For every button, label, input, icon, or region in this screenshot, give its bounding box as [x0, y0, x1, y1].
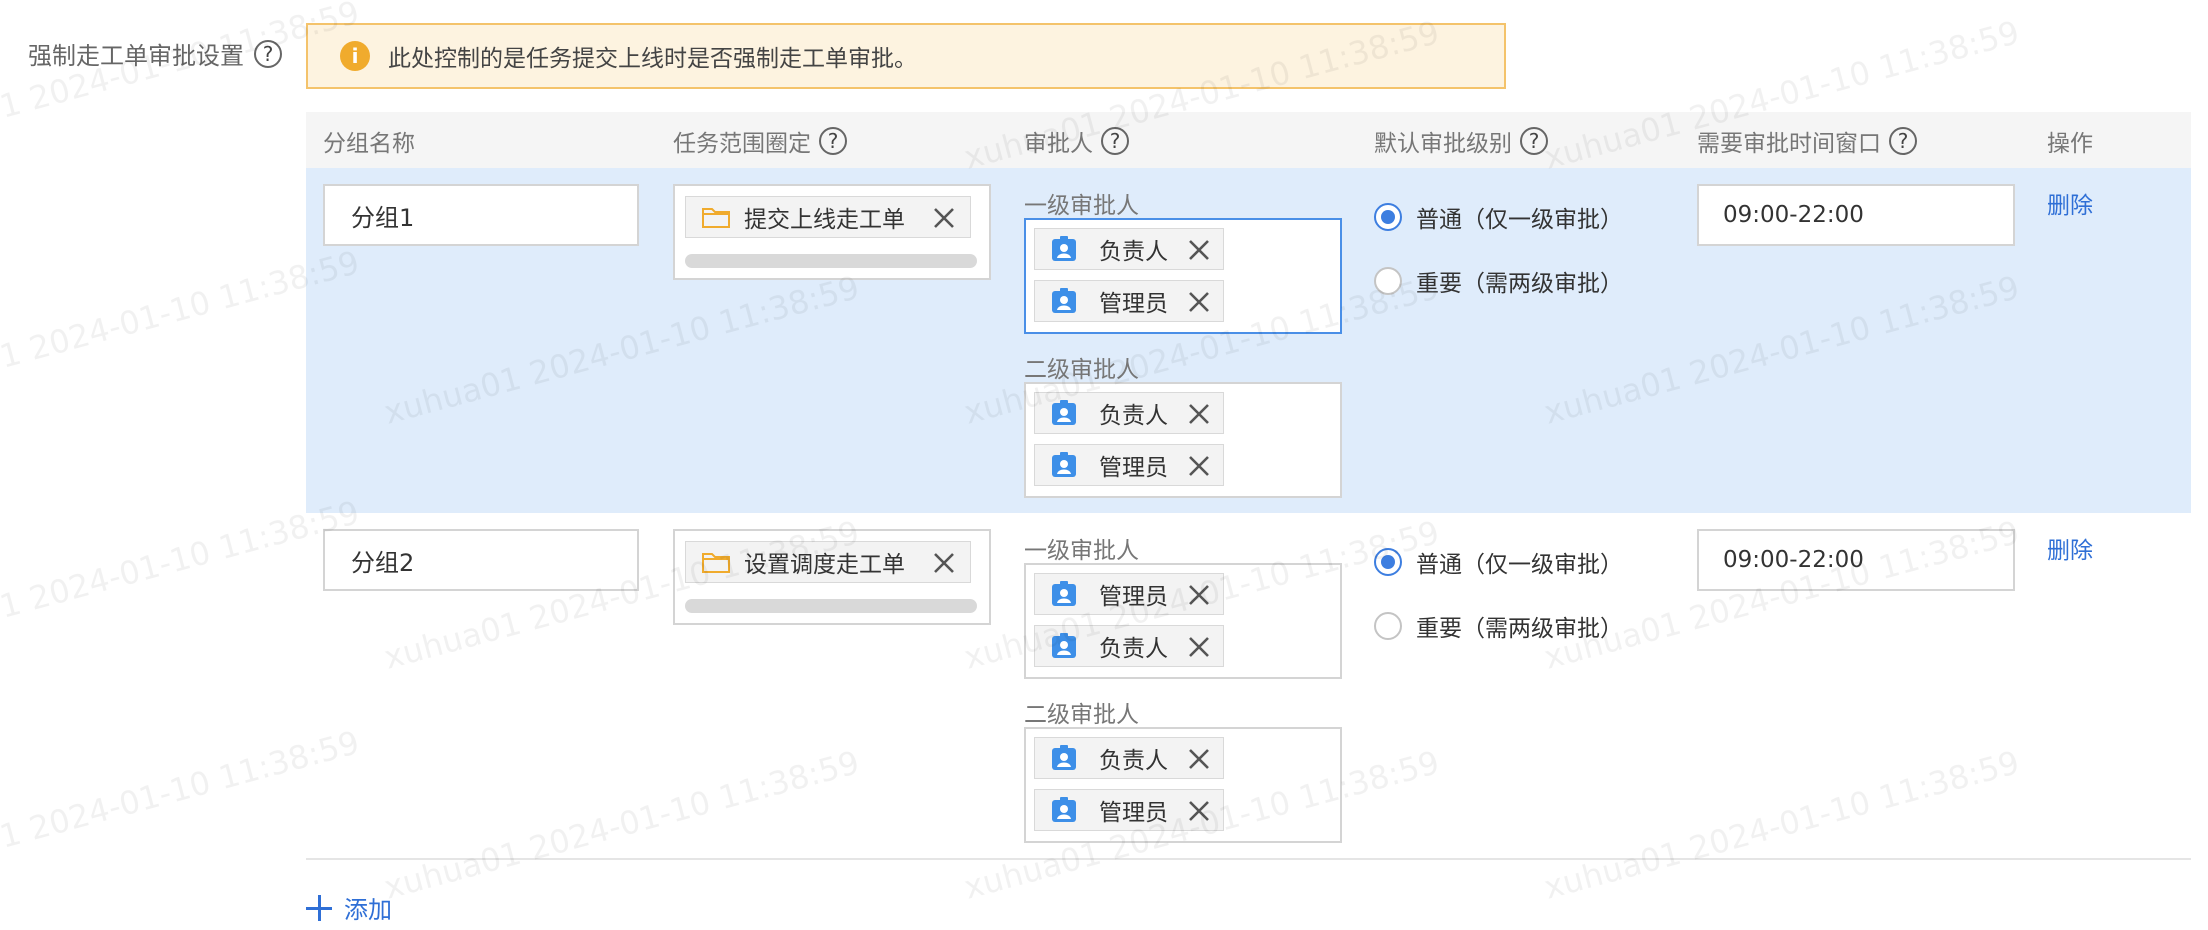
level1-approver-label: 一级审批人 [1024, 538, 1139, 564]
help-icon[interactable]: ? [1520, 127, 1548, 155]
close-icon[interactable] [1187, 454, 1211, 478]
approver-tag-label: 管理员 [1099, 455, 1168, 481]
approver-tag: 负责人 [1034, 625, 1224, 667]
table-row: 分组1 提交上线走工单 一级审批人 负责人 管理员 二级审批人 负责人 管理员 … [306, 168, 2191, 514]
contact-icon [1052, 288, 1076, 313]
header-time-window: 需要审批时间窗口 ? [1697, 124, 1917, 158]
header-group-name-label: 分组名称 [323, 131, 415, 157]
table-row: 分组2 设置调度走工单 一级审批人 管理员 负责人 二级审批人 负责人 管理员 … [306, 513, 2191, 860]
radio-normal[interactable]: 普通（仅一级审批） [1374, 545, 1623, 579]
approver-tag-label: 负责人 [1099, 403, 1168, 429]
alert-text: 此处控制的是任务提交上线时是否强制走工单审批。 [388, 46, 917, 72]
approver-tag: 管理员 [1034, 789, 1224, 831]
info-icon: i [340, 41, 370, 71]
header-group-name: 分组名称 [323, 124, 415, 158]
approver-tag: 负责人 [1034, 392, 1224, 434]
approver-tag-label: 管理员 [1099, 800, 1168, 826]
info-alert: i 此处控制的是任务提交上线时是否强制走工单审批。 [306, 23, 1506, 89]
level2-approver-label: 二级审批人 [1024, 357, 1139, 383]
approver-tag-label: 负责人 [1099, 636, 1168, 662]
group-name-input[interactable]: 分组1 [323, 184, 639, 246]
approver-tag-label: 负责人 [1099, 748, 1168, 774]
level2-approver-select[interactable]: 负责人 管理员 [1024, 727, 1342, 843]
scope-select[interactable]: 提交上线走工单 [673, 184, 991, 280]
radio-important-label: 重要（需两级审批） [1416, 271, 1623, 297]
radio-important-label: 重要（需两级审批） [1416, 616, 1623, 642]
scope-tag-label: 提交上线走工单 [744, 207, 905, 233]
header-action-label: 操作 [2047, 131, 2093, 157]
plus-icon [306, 894, 332, 921]
delete-link[interactable]: 删除 [2047, 186, 2093, 220]
scrollbar[interactable] [685, 599, 977, 613]
radio-button[interactable] [1374, 267, 1402, 295]
level1-approver-select[interactable]: 负责人 管理员 [1024, 218, 1342, 334]
contact-icon [1052, 633, 1076, 658]
approver-tag-label: 负责人 [1099, 239, 1168, 265]
contact-icon [1052, 236, 1076, 261]
help-icon[interactable]: ? [254, 39, 282, 68]
scope-tag-label: 设置调度走工单 [744, 552, 905, 578]
help-icon[interactable]: ? [1889, 127, 1917, 155]
approver-tag-label: 管理员 [1099, 291, 1168, 317]
level2-approver-select[interactable]: 负责人 管理员 [1024, 382, 1342, 498]
header-time-window-label: 需要审批时间窗口 [1697, 131, 1881, 157]
setting-label-text: 强制走工单审批设置 [28, 42, 244, 70]
header-approver: 审批人 ? [1024, 124, 1129, 158]
close-icon[interactable] [932, 551, 956, 575]
approver-tag: 管理员 [1034, 573, 1224, 615]
radio-important[interactable]: 重要（需两级审批） [1374, 609, 1623, 643]
scrollbar[interactable] [685, 254, 977, 268]
time-window-input[interactable]: 09:00-22:00 [1697, 184, 2015, 246]
approver-tag-label: 管理员 [1099, 584, 1168, 610]
help-icon[interactable]: ? [819, 127, 847, 155]
radio-button-selected[interactable] [1374, 203, 1402, 231]
level2-approver-label: 二级审批人 [1024, 702, 1139, 728]
close-icon[interactable] [1187, 402, 1211, 426]
header-approver-label: 审批人 [1024, 131, 1093, 157]
header-action: 操作 [2047, 124, 2093, 158]
help-icon[interactable]: ? [1101, 127, 1129, 155]
level1-approver-select[interactable]: 管理员 负责人 [1024, 563, 1342, 679]
radio-important[interactable]: 重要（需两级审批） [1374, 264, 1623, 298]
close-icon[interactable] [1187, 635, 1211, 659]
contact-icon [1052, 452, 1076, 477]
scope-select[interactable]: 设置调度走工单 [673, 529, 991, 625]
approver-tag: 负责人 [1034, 228, 1224, 270]
approver-tag: 管理员 [1034, 444, 1224, 486]
folder-icon [702, 206, 730, 228]
close-icon[interactable] [1187, 799, 1211, 823]
contact-icon [1052, 581, 1076, 606]
scope-tag: 提交上线走工单 [685, 196, 971, 238]
close-icon[interactable] [1187, 238, 1211, 262]
approver-tag: 管理员 [1034, 280, 1224, 322]
radio-normal[interactable]: 普通（仅一级审批） [1374, 200, 1623, 234]
close-icon[interactable] [1187, 747, 1211, 771]
radio-normal-label: 普通（仅一级审批） [1416, 552, 1623, 578]
contact-icon [1052, 745, 1076, 770]
header-scope-label: 任务范围圈定 [673, 131, 811, 157]
header-default-level-label: 默认审批级别 [1374, 131, 1512, 157]
setting-label: 强制走工单审批设置 ? [28, 36, 282, 71]
add-button-label: 添加 [344, 896, 392, 924]
header-default-level: 默认审批级别 ? [1374, 124, 1548, 158]
group-name-input[interactable]: 分组2 [323, 529, 639, 591]
close-icon[interactable] [932, 206, 956, 230]
time-window-input[interactable]: 09:00-22:00 [1697, 529, 2015, 591]
delete-link[interactable]: 删除 [2047, 531, 2093, 565]
radio-normal-label: 普通（仅一级审批） [1416, 207, 1623, 233]
contact-icon [1052, 797, 1076, 822]
header-scope: 任务范围圈定 ? [673, 124, 847, 158]
table-header: 分组名称 任务范围圈定 ? 审批人 ? 默认审批级别 ? 需要审批时间窗口 ? … [306, 112, 2191, 168]
add-group-button[interactable]: 添加 [306, 890, 392, 925]
level1-approver-label: 一级审批人 [1024, 193, 1139, 219]
folder-icon [702, 551, 730, 573]
radio-button-selected[interactable] [1374, 548, 1402, 576]
close-icon[interactable] [1187, 583, 1211, 607]
close-icon[interactable] [1187, 290, 1211, 314]
scope-tag: 设置调度走工单 [685, 541, 971, 583]
radio-button[interactable] [1374, 612, 1402, 640]
contact-icon [1052, 400, 1076, 425]
approver-tag: 负责人 [1034, 737, 1224, 779]
